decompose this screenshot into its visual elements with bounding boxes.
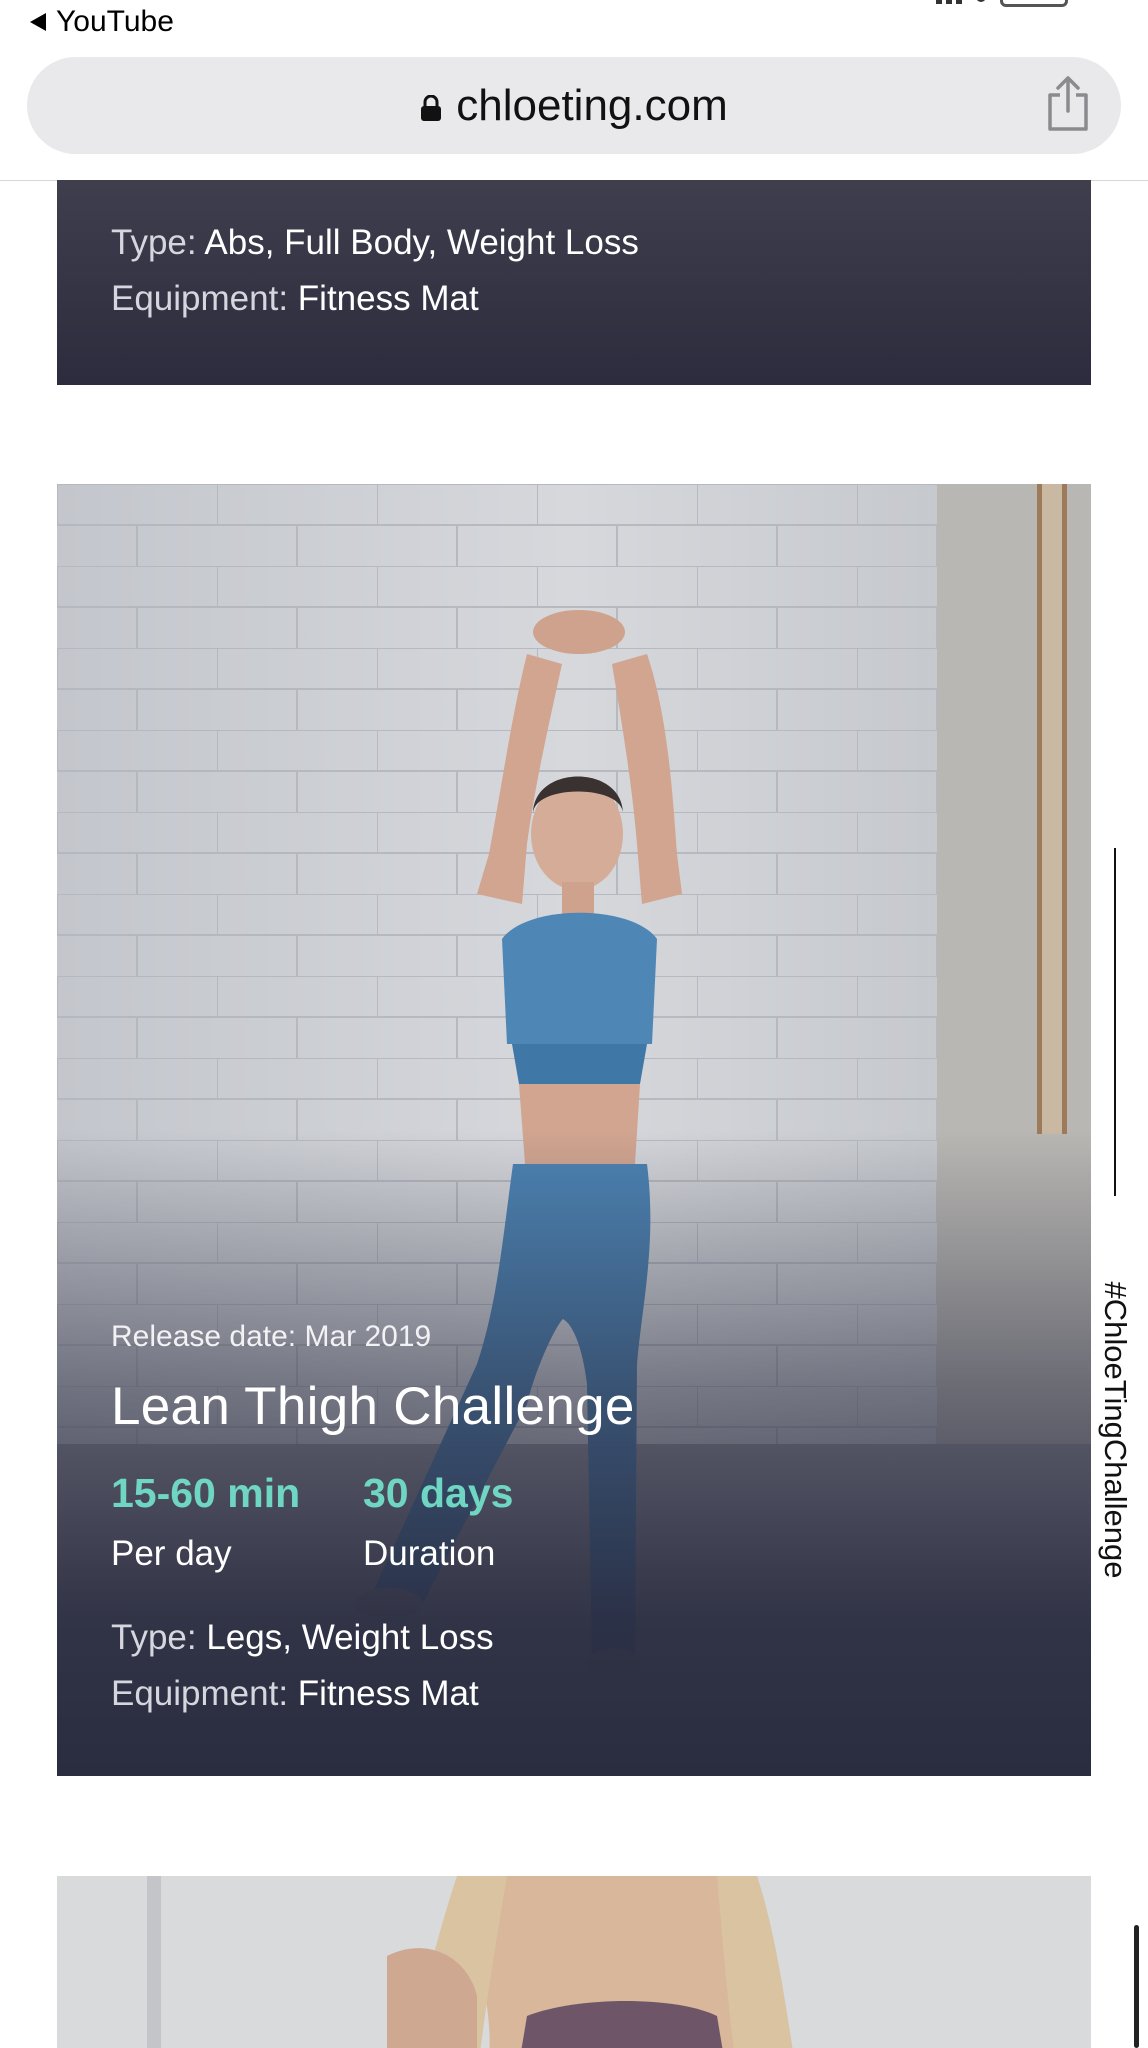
card-equipment-line: Equipment: Fitness Mat — [111, 1674, 479, 1713]
back-app-label: YouTube — [56, 5, 174, 38]
address-bar[interactable]: chloeting.com — [27, 57, 1121, 154]
side-divider-line — [1114, 848, 1116, 1196]
url-text: chloeting.com — [456, 80, 728, 130]
release-date: Release date: Mar 2019 — [111, 1320, 432, 1353]
card-type-line: Type: Legs, Weight Loss — [111, 1618, 494, 1657]
card-type-line: Type: Abs, Full Body, Weight Loss — [111, 223, 639, 262]
challenge-card-previous[interactable]: Type: Abs, Full Body, Weight Loss Equipm… — [57, 180, 1091, 385]
challenge-photo-next — [57, 1876, 1091, 2048]
challenge-title[interactable]: Lean Thigh Challenge — [111, 1376, 635, 1437]
signal-icon — [936, 0, 962, 4]
scrollbar[interactable] — [1134, 1925, 1139, 2048]
wifi-icon — [976, 0, 986, 2]
share-icon[interactable] — [1045, 75, 1091, 133]
status-bar: YouTube — [0, 0, 1148, 48]
stat-duration-value: 30 days — [363, 1470, 514, 1516]
stat-per-day-label: Per day — [111, 1534, 232, 1573]
battery-icon — [1000, 0, 1068, 7]
lock-icon — [421, 94, 442, 121]
page: YouTube chloeting.com Type: Abs, Full Bo… — [0, 0, 1148, 2048]
status-indicators — [936, 0, 1068, 7]
photo-shade-overlay — [57, 484, 1091, 1776]
challenge-card-next[interactable] — [57, 1876, 1091, 2048]
challenge-card-lean-thigh[interactable]: Release date: Mar 2019 Lean Thigh Challe… — [57, 484, 1091, 1776]
back-arrow-icon — [30, 13, 46, 31]
back-to-app-button[interactable]: YouTube — [30, 2, 174, 42]
stat-duration-label: Duration — [363, 1534, 496, 1573]
stat-per-day-value: 15-60 min — [111, 1470, 301, 1516]
hashtag-label: #ChloeTingChallenge — [1098, 1281, 1133, 1579]
card-equipment-line: Equipment: Fitness Mat — [111, 279, 479, 318]
browser-toolbar: chloeting.com — [0, 48, 1148, 181]
